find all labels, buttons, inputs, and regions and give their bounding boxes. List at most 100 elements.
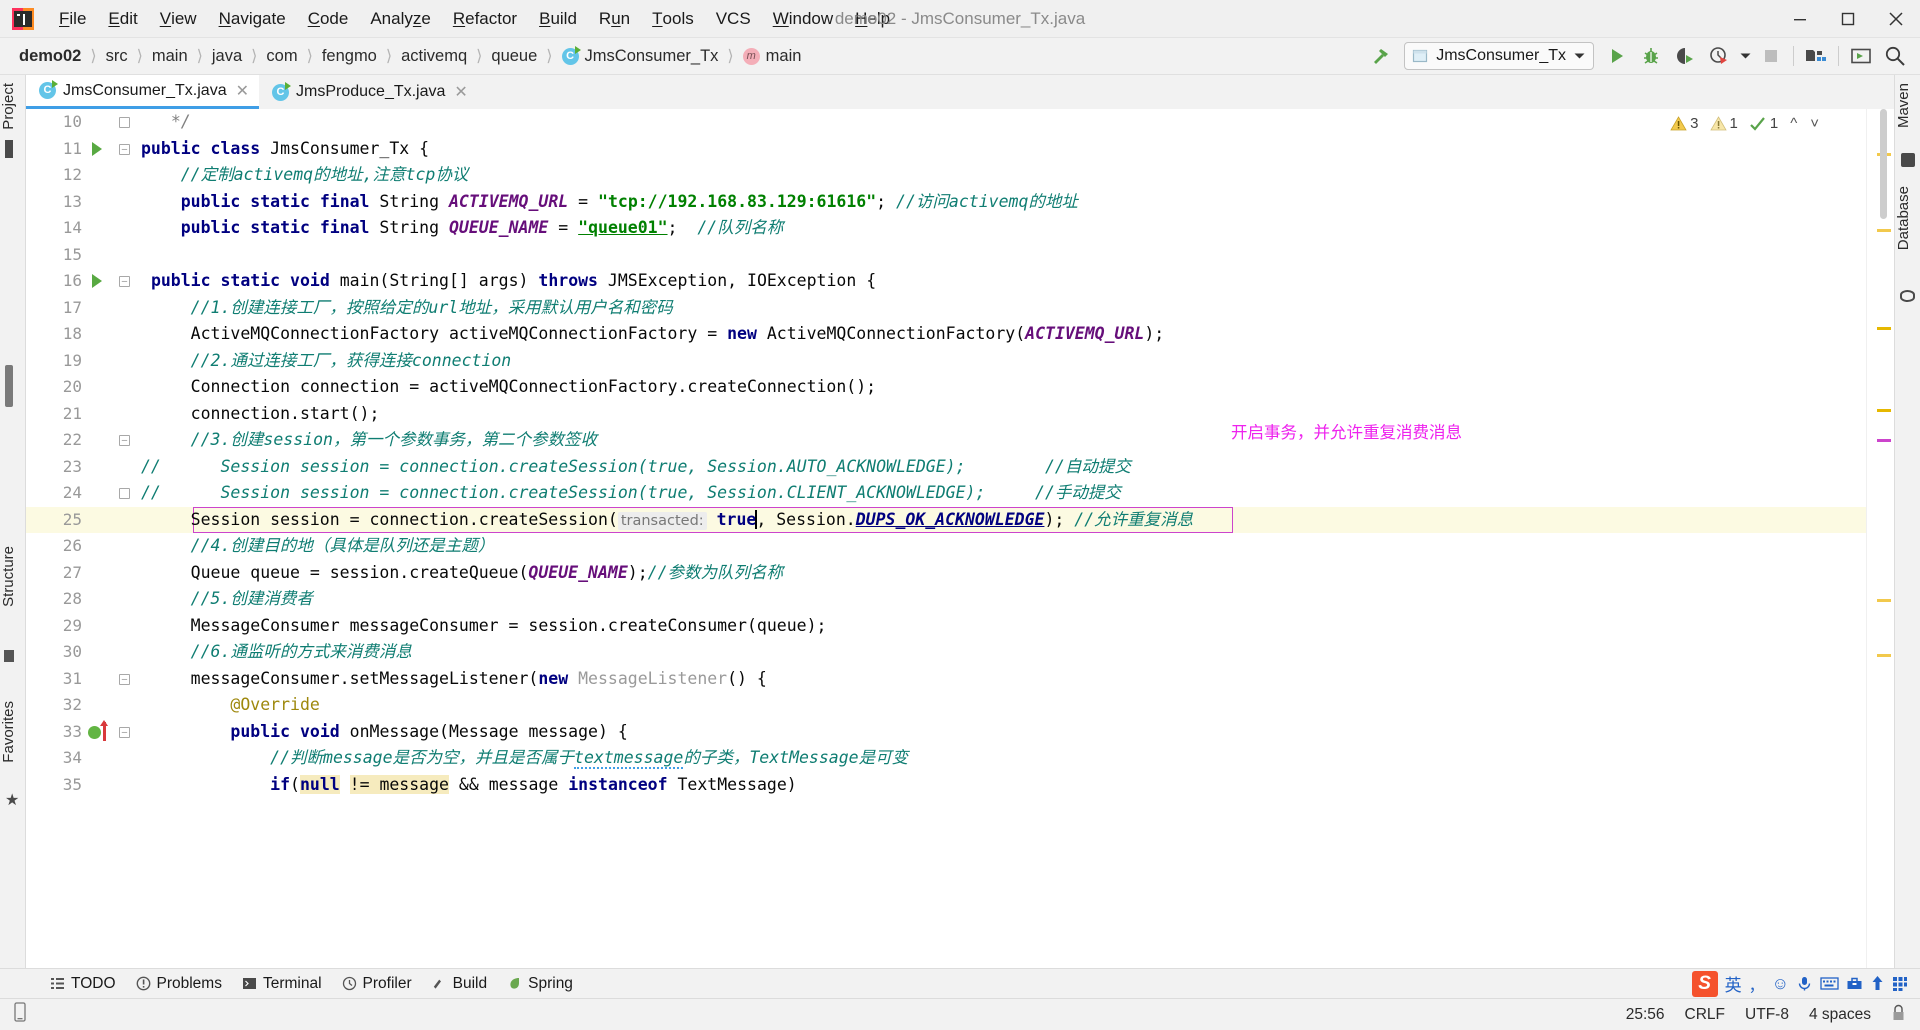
emoji-icon[interactable]: ☺ (1772, 974, 1789, 994)
debug-button[interactable] (1634, 41, 1668, 71)
code-line-33[interactable]: public void onMessage(Message message) { (141, 719, 1866, 746)
fold-start-icon[interactable]: − (119, 143, 130, 155)
menu-navigate[interactable]: Navigate (208, 0, 297, 38)
editor-marker-bar[interactable] (1866, 109, 1894, 968)
code-line-27[interactable]: Queue queue = session.createQueue(QUEUE_… (141, 560, 1866, 587)
marker-warning[interactable] (1877, 327, 1891, 330)
marker-current[interactable] (1877, 439, 1891, 442)
code-editor[interactable]: 10 11− 12 13 14 15 16− 17 18 19 20 21 22… (26, 109, 1894, 968)
tool-window-spring[interactable]: Spring (497, 969, 583, 999)
code-line-15[interactable] (141, 242, 1866, 269)
close-icon[interactable]: ✕ (236, 81, 249, 101)
weak-warnings-indicator[interactable]: 1 (1706, 115, 1742, 132)
code-line-35[interactable]: if(null != message && message instanceof… (141, 772, 1866, 799)
marker-warning[interactable] (1877, 599, 1891, 602)
code-line-26[interactable]: //4.创建目的地（具体是队列还是主题） (141, 533, 1866, 560)
menu-file[interactable]: File (48, 0, 97, 38)
sidebar-item-structure[interactable]: Structure (0, 540, 26, 613)
code-line-20[interactable]: Connection connection = activeMQConnecti… (141, 374, 1866, 401)
sidebar-item-favorites[interactable]: Favorites (0, 695, 26, 769)
maximize-button[interactable] (1824, 0, 1872, 38)
search-everywhere-button[interactable] (1878, 41, 1912, 71)
breakpoint-icon[interactable] (88, 725, 101, 739)
run-with-coverage-button[interactable] (1668, 41, 1702, 71)
breadcrumb-item-queue[interactable]: queue (486, 45, 542, 68)
keyboard-icon[interactable] (1820, 976, 1839, 991)
menu-tools[interactable]: Tools (641, 0, 705, 38)
menu-code[interactable]: Code (297, 0, 360, 38)
fold-start-icon[interactable]: − (119, 726, 130, 738)
code-line-29[interactable]: MessageConsumer messageConsumer = sessio… (141, 613, 1866, 640)
code-line-31[interactable]: messageConsumer.setMessageListener(new M… (141, 666, 1866, 693)
run-configuration-selector[interactable]: JmsConsumer_Tx (1404, 42, 1594, 70)
code-line-14[interactable]: public static final String QUEUE_NAME = … (141, 215, 1866, 242)
editor-tab-jmsproduce[interactable]: C JmsProduce_Tx.java ✕ (259, 75, 478, 109)
breadcrumb-item-main[interactable]: main (147, 45, 193, 68)
run-gutter-icon[interactable] (92, 141, 102, 156)
typos-indicator[interactable]: 1 (1745, 115, 1782, 132)
breadcrumb-item-method[interactable]: m main (738, 45, 807, 68)
code-lines[interactable]: */ public class JmsConsumer_Tx { //定制act… (141, 109, 1866, 798)
code-line-11[interactable]: public class JmsConsumer_Tx { (141, 136, 1866, 163)
code-line-34[interactable]: //判断message是否为空，并且是否属于textmessage的子类，Tex… (141, 745, 1866, 772)
project-structure-button[interactable] (1799, 41, 1833, 71)
code-line-32[interactable]: @Override (141, 692, 1866, 719)
breadcrumb-item-src[interactable]: src (101, 45, 133, 68)
sidebar-item-project[interactable]: Project (0, 77, 26, 136)
sogou-logo-icon[interactable]: S (1691, 970, 1718, 997)
fold-start-icon[interactable]: − (119, 673, 130, 685)
fold-start-icon[interactable]: − (119, 435, 130, 447)
editor-tab-jmsconsumer[interactable]: C JmsConsumer_Tx.java ✕ (26, 75, 260, 109)
close-icon[interactable]: ✕ (454, 82, 467, 102)
fold-end-icon[interactable] (119, 117, 130, 128)
code-text-area[interactable]: */ public class JmsConsumer_Tx { //定制act… (141, 109, 1866, 968)
tool-window-problems[interactable]: Problems (126, 969, 232, 999)
menu-run[interactable]: Run (588, 0, 641, 38)
breadcrumb-item-com[interactable]: com (261, 45, 302, 68)
breadcrumb-item-class[interactable]: C JmsConsumer_Tx (557, 45, 724, 68)
warnings-indicator[interactable]: 3 (1666, 115, 1702, 132)
open-terminal-button[interactable] (1844, 41, 1878, 71)
sidebar-item-database[interactable]: Database (1895, 180, 1920, 256)
code-line-13[interactable]: public static final String ACTIVEMQ_URL … (141, 189, 1866, 216)
code-line-28[interactable]: //5.创建消费者 (141, 586, 1866, 613)
code-line-22[interactable]: //3.创建session，第一个参数事务，第二个参数签收 (141, 427, 1866, 454)
minimize-button[interactable] (1776, 0, 1824, 38)
apps-icon[interactable] (1892, 976, 1908, 992)
code-line-12[interactable]: //定制activemq的地址,注意tcp协议 (141, 162, 1866, 189)
build-project-button[interactable] (1364, 41, 1398, 71)
toolbox-icon[interactable] (1846, 975, 1863, 992)
chevron-down-icon[interactable]: ˅ (1805, 115, 1824, 132)
breadcrumb-item-fengmo[interactable]: fengmo (317, 45, 382, 68)
menu-analyze[interactable]: Analy z e (359, 0, 442, 38)
chevron-up-icon[interactable]: ^ (1785, 115, 1802, 132)
tool-window-todo[interactable]: TODO (40, 969, 126, 999)
tool-window-profiler[interactable]: Profiler (332, 969, 422, 999)
menu-window[interactable]: Window (762, 0, 844, 38)
breadcrumb-item-project[interactable]: demo02 (14, 45, 86, 68)
code-line-19[interactable]: //2.通过连接工厂，获得连接connection (141, 348, 1866, 375)
upload-icon[interactable] (1870, 975, 1885, 992)
tool-window-terminal[interactable]: Terminal (232, 969, 332, 999)
file-encoding[interactable]: UTF-8 (1745, 1006, 1789, 1024)
code-line-23[interactable]: // Session session = connection.createSe… (141, 454, 1866, 481)
fold-end-icon[interactable] (119, 488, 130, 499)
breadcrumb-item-activemq[interactable]: activemq (396, 45, 472, 68)
code-line-17[interactable]: //1.创建连接工厂，按照给定的url地址，采用默认用户名和密码 (141, 295, 1866, 322)
marker-warning[interactable] (1877, 229, 1891, 232)
run-button[interactable] (1600, 41, 1634, 71)
punctuation-icon[interactable]: ， (1749, 972, 1765, 996)
scroll-handle[interactable] (5, 365, 13, 407)
indent-setting[interactable]: 4 spaces (1809, 1006, 1871, 1024)
menu-edit[interactable]: Edit (97, 0, 148, 38)
fold-start-icon[interactable]: − (119, 276, 130, 288)
menu-refactor[interactable]: Refactor (442, 0, 528, 38)
profile-dropdown-button[interactable] (1736, 41, 1754, 71)
code-line-16[interactable]: public static void main(String[] args) t… (141, 268, 1866, 295)
chinese-mode-icon[interactable]: 英 (1725, 971, 1742, 996)
sidebar-item-maven[interactable]: Maven (1895, 77, 1920, 134)
code-line-10[interactable]: */ (141, 109, 1866, 136)
menu-vcs[interactable]: VCS (705, 0, 762, 38)
editor-gutter[interactable]: 10 11 − 12 13 14 15 16 − 17 18 19 20 21 22… (26, 109, 141, 968)
menu-build[interactable]: Build (528, 0, 588, 38)
